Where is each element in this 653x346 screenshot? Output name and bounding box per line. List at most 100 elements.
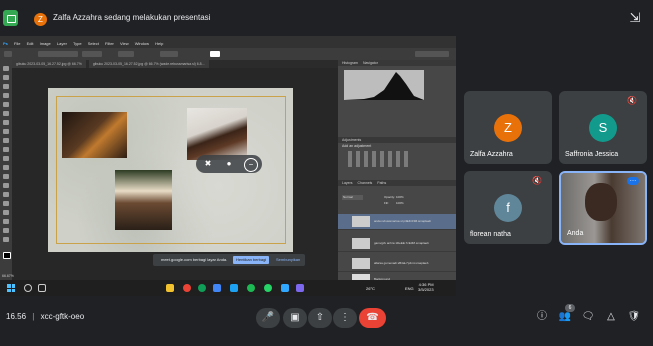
ps-menu-window[interactable]: Window bbox=[135, 41, 149, 46]
move-tool-icon[interactable] bbox=[3, 66, 9, 71]
quick-select-tool-icon[interactable] bbox=[3, 93, 9, 98]
task-view-icon[interactable] bbox=[38, 284, 46, 292]
app-icon-2[interactable] bbox=[296, 284, 304, 292]
adjustment-icons-grid[interactable] bbox=[348, 151, 408, 167]
zoom-readout: 66.67% bbox=[2, 274, 14, 278]
chrome-icon[interactable] bbox=[183, 284, 191, 292]
text-color-swatch[interactable] bbox=[210, 51, 220, 57]
workspace-select[interactable] bbox=[415, 51, 449, 57]
participant-avatar: f bbox=[494, 194, 522, 222]
ps-doc-tab[interactable]: gibuku 2023-03-05_16.27.52.jpg @ 66.7% bbox=[12, 60, 86, 68]
clock-date: 3/5/2023 bbox=[418, 287, 434, 292]
store-icon[interactable] bbox=[230, 284, 238, 292]
layer-name: anda rebussmarisa sl p4E4CNM.smaplaeb bbox=[374, 219, 432, 223]
opacity-value[interactable]: 100% bbox=[396, 195, 404, 199]
activities-icon[interactable]: △ bbox=[603, 309, 619, 325]
healing-tool-icon[interactable] bbox=[3, 120, 9, 125]
participant-tile[interactable]: Z Zalfa Azzahra bbox=[464, 91, 552, 164]
whatsapp-icon[interactable] bbox=[264, 284, 272, 292]
brush-tool-icon[interactable] bbox=[3, 129, 9, 134]
ps-menu-type[interactable]: Type bbox=[73, 41, 82, 46]
shape-tool-icon[interactable] bbox=[3, 219, 9, 224]
adjustments-title[interactable]: Adjustments bbox=[342, 138, 361, 142]
layers-tab[interactable]: Layers bbox=[342, 181, 353, 185]
mic-off-icon[interactable]: ✖ bbox=[202, 158, 214, 170]
stamp-tool-icon[interactable] bbox=[3, 138, 9, 143]
crop-tool-icon[interactable] bbox=[3, 102, 9, 107]
pin-icon[interactable]: ● bbox=[223, 158, 235, 170]
blur-tool-icon[interactable] bbox=[3, 174, 9, 179]
participant-tile[interactable]: 🔇 S Saffronia Jessica bbox=[559, 91, 647, 164]
ps-menu-filter[interactable]: Filter bbox=[105, 41, 114, 46]
stop-sharing-button[interactable]: Hentikan berbagi bbox=[233, 256, 270, 264]
taskbar-clock[interactable]: 4:36 PM 3/5/2023 bbox=[418, 282, 434, 292]
end-call-button[interactable]: ☎ bbox=[359, 308, 386, 328]
remove-icon[interactable]: − bbox=[244, 158, 258, 172]
navigator-tab[interactable]: Navigator bbox=[363, 61, 378, 65]
ps-menu-file[interactable]: File bbox=[14, 41, 20, 46]
edge-icon[interactable] bbox=[198, 284, 206, 292]
history-brush-tool-icon[interactable] bbox=[3, 147, 9, 152]
ps-menu-select[interactable]: Select bbox=[88, 41, 99, 46]
microphone-button[interactable]: 🎤 bbox=[256, 308, 280, 328]
eyedropper-tool-icon[interactable] bbox=[3, 111, 9, 116]
language-indicator[interactable]: ENG bbox=[405, 286, 414, 291]
weather-readout[interactable]: 26°C bbox=[366, 286, 375, 291]
layer-row[interactable]: allarsa gumenadi sB4aL7p4mt.smaplaeb bbox=[338, 256, 456, 272]
paths-tab[interactable]: Paths bbox=[377, 181, 386, 185]
meeting-code[interactable]: xcc-gftk-oeo bbox=[41, 312, 85, 321]
collapse-icon[interactable]: ⇲ bbox=[624, 10, 646, 26]
ps-menu-view[interactable]: View bbox=[120, 41, 129, 46]
participant-tile-self[interactable]: … Anda bbox=[559, 171, 647, 245]
cake-photo-layer[interactable] bbox=[62, 112, 127, 158]
file-explorer-icon[interactable] bbox=[166, 284, 174, 292]
hand-tool-icon[interactable] bbox=[3, 228, 9, 233]
type-tool-icon[interactable] bbox=[3, 201, 9, 206]
chat-icon[interactable]: 🗨 bbox=[580, 309, 596, 325]
ps-doc-tab[interactable]: gibuku 2023-03-05_16.27.52.jpg @ 66.7% (… bbox=[88, 60, 209, 68]
font-family-select[interactable] bbox=[38, 51, 78, 57]
hide-notification-link[interactable]: Sembunyikan bbox=[276, 254, 300, 266]
more-options-icon[interactable]: … bbox=[627, 176, 639, 185]
zoom-tool-icon[interactable] bbox=[3, 237, 9, 242]
pen-tool-icon[interactable] bbox=[3, 192, 9, 197]
ps-menu-layer[interactable]: Layer bbox=[57, 41, 67, 46]
gradient-tool-icon[interactable] bbox=[3, 165, 9, 170]
participant-name: Saffronia Jessica bbox=[565, 151, 619, 158]
histogram-tab[interactable]: Histogram bbox=[342, 61, 358, 65]
layer-row[interactable]: anda rebussmarisa sl p4E4CNM.smaplaeb bbox=[338, 214, 456, 230]
participant-tile[interactable]: 🔇 f florean natha bbox=[464, 171, 552, 244]
present-button[interactable]: ⇧ bbox=[308, 308, 332, 328]
photoshop-taskbar-icon[interactable] bbox=[281, 284, 289, 292]
windows-start-icon[interactable] bbox=[7, 284, 15, 292]
lasso-tool-icon[interactable] bbox=[3, 84, 9, 89]
spotify-icon[interactable] bbox=[247, 284, 255, 292]
font-size-select[interactable] bbox=[118, 51, 134, 57]
marquee-tool-icon[interactable] bbox=[3, 75, 9, 80]
type-tool-icon[interactable] bbox=[4, 51, 12, 57]
channels-tab[interactable]: Channels bbox=[358, 181, 373, 185]
host-controls-icon[interactable]: 🛡 bbox=[626, 309, 642, 325]
brownie-photo-layer[interactable] bbox=[187, 108, 247, 160]
app-icon[interactable] bbox=[213, 284, 221, 292]
search-icon[interactable] bbox=[24, 284, 32, 292]
ps-menu-image[interactable]: Image bbox=[40, 41, 51, 46]
path-select-tool-icon[interactable] bbox=[3, 210, 9, 215]
camera-button[interactable]: ▣ bbox=[283, 308, 307, 328]
meeting-info-icon[interactable]: ⓘ bbox=[534, 309, 550, 325]
dodge-tool-icon[interactable] bbox=[3, 183, 9, 188]
fill-value[interactable]: 100% bbox=[396, 201, 404, 205]
blend-mode-select[interactable]: Normal bbox=[342, 195, 363, 200]
antialias-select[interactable] bbox=[160, 51, 178, 57]
eraser-tool-icon[interactable] bbox=[3, 156, 9, 161]
font-style-select[interactable] bbox=[82, 51, 102, 57]
ps-menu-bar: Ps File Edit Image Layer Type Select Fil… bbox=[0, 39, 456, 48]
adjustments-panel-header: Adjustments bbox=[338, 137, 456, 143]
foreground-color-swatch[interactable] bbox=[3, 252, 11, 259]
more-options-button[interactable]: ⋮ bbox=[333, 308, 357, 328]
ps-menu-edit[interactable]: Edit bbox=[27, 41, 34, 46]
layer-thumbnail bbox=[352, 216, 370, 227]
layer-row[interactable]: gamvgzk anhra 1DeEE.7cE3M.smaplaeb bbox=[338, 236, 456, 252]
ps-menu-help[interactable]: Help bbox=[155, 41, 163, 46]
parfait-photo-layer[interactable] bbox=[115, 170, 172, 230]
